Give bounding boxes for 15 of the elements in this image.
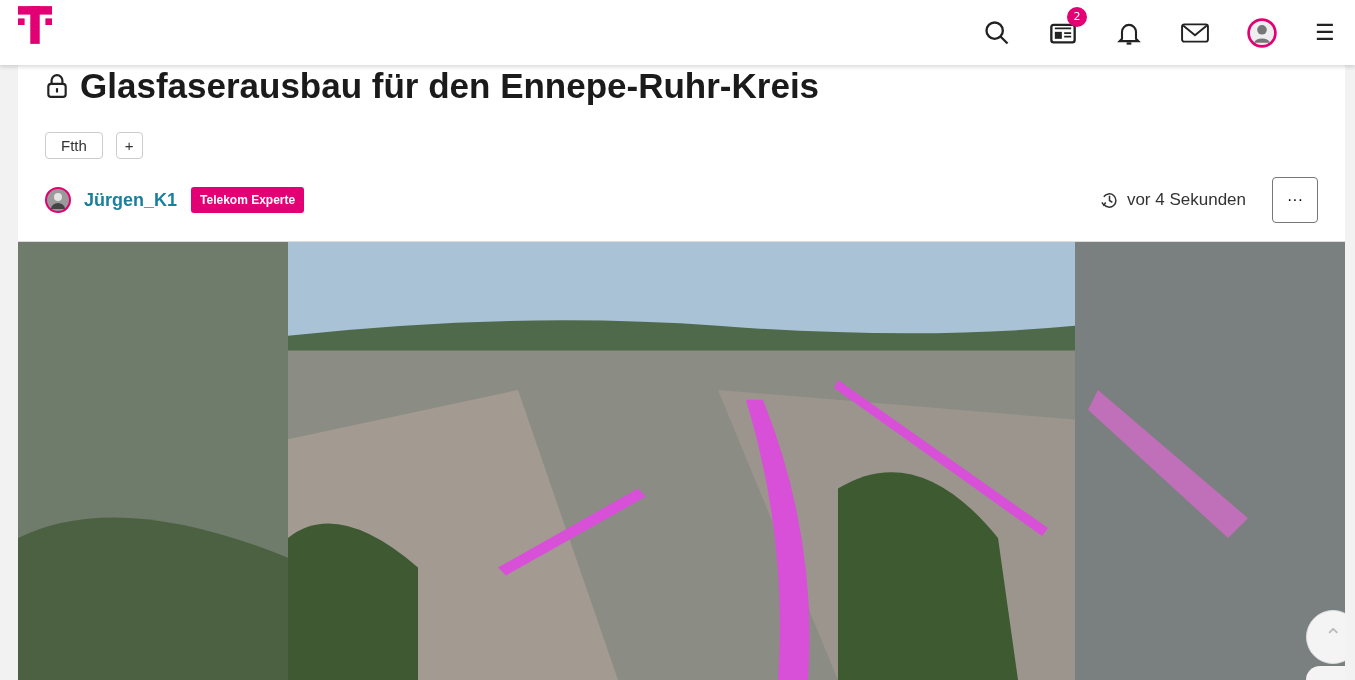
- search-icon[interactable]: [983, 18, 1011, 47]
- notification-badge: 2: [1067, 6, 1087, 27]
- add-tag-button[interactable]: +: [115, 132, 143, 159]
- logo-icon[interactable]: [18, 5, 52, 44]
- user-avatar[interactable]: [45, 187, 71, 213]
- more-button[interactable]: ···: [1272, 177, 1318, 223]
- title-text: Glasfaserausbau für den Ennepe-Ruhr-Kreis: [80, 66, 820, 106]
- role-badge: Telekom Experte: [191, 187, 305, 213]
- clock-icon: [1099, 190, 1119, 210]
- post-time: vor 4 Sekunden: [1126, 190, 1246, 210]
- author-link[interactable]: Jürgen_K1: [84, 189, 178, 211]
- menu-button[interactable]: ☰: [1315, 19, 1335, 46]
- tag-chip[interactable]: Ftth: [45, 132, 103, 159]
- avatar-icon[interactable]: [1247, 17, 1277, 48]
- floating-button[interactable]: [1306, 666, 1345, 680]
